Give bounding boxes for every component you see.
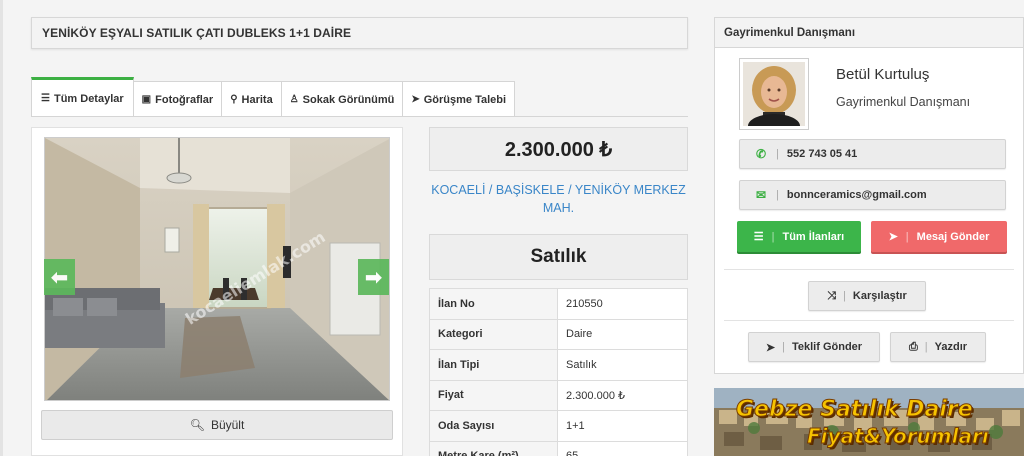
phone-number: 552 743 05 41: [786, 148, 858, 160]
tab-label: Harita: [241, 93, 273, 106]
detail-value: 65: [557, 440, 688, 456]
phone-icon: ✆: [756, 147, 767, 161]
separator: |: [905, 230, 909, 243]
detail-key: Kategori: [429, 318, 558, 350]
table-row: İlan Tipi Satılık: [429, 349, 688, 381]
table-row: Metre Kare (m²)65: [429, 440, 688, 456]
table-row: Oda Sayısı 1+1: [429, 410, 688, 442]
print-button[interactable]: ⎙ | Yazdır: [890, 332, 986, 362]
arrow-left-icon: ⬅: [51, 266, 68, 289]
detail-value: 210550: [557, 288, 688, 320]
listing-photo[interactable]: kocaeliemlak.com: [44, 137, 390, 401]
arrow-right-icon: ➡: [365, 266, 382, 289]
email-button[interactable]: ✉ | bonnceramics@gmail.com: [739, 180, 1006, 210]
tab-label: Tüm Detaylar: [53, 92, 124, 105]
banner-subheadline: Fiyat&Yorumları: [807, 424, 990, 449]
table-row: Fiyat 2.300.000 ₺: [429, 379, 688, 411]
details-table: İlan No 210550 Kategori Daire İlan Tipi Sat…: [429, 288, 688, 456]
detail-value: 2.300.000 ₺: [557, 379, 688, 411]
email-address: bonnceramics@gmail.com: [786, 189, 927, 201]
send-offer-button[interactable]: ➤ | Teklif Gönder: [748, 332, 880, 362]
send-message-label: Mesaj Gönder: [916, 230, 990, 243]
table-row: İlan No 210550: [429, 288, 688, 320]
detail-key: İlan No: [429, 288, 558, 320]
map-marker-icon: ⚲: [230, 94, 238, 105]
list-icon: ☰: [753, 231, 764, 243]
agent-portrait: [743, 62, 805, 138]
street-view-icon: ♙: [289, 94, 299, 105]
compare-label: Karşılaştır: [852, 290, 907, 302]
panel-divider: [724, 269, 1014, 270]
separator: |: [771, 230, 775, 243]
paper-plane-icon: ➤: [888, 231, 898, 243]
agent-panel-title: Gayrimenkul Danışmanı: [715, 18, 1023, 48]
agent-name[interactable]: Betül Kurtuluş: [836, 66, 929, 83]
print-icon: ⎙: [908, 340, 918, 353]
listing-page: YENİKÖY EŞYALI SATILIK ÇATI DUBLEKS 1+1 …: [0, 0, 1024, 456]
image-icon: ▣: [141, 94, 152, 105]
avatar[interactable]: [739, 58, 809, 138]
listing-title: YENİKÖY EŞYALI SATILIK ÇATI DUBLEKS 1+1 …: [31, 17, 688, 49]
list-icon: ☰: [41, 93, 50, 104]
tab-all-details[interactable]: ☰ Tüm Detaylar: [31, 77, 134, 117]
zoom-button[interactable]: 🔍︎ Büyült: [41, 410, 393, 440]
tab-label: Görüşme Talebi: [423, 93, 507, 106]
price-display: 2.300.000 ₺: [429, 127, 688, 171]
detail-value: Daire: [557, 318, 688, 350]
send-message-button[interactable]: ➤ | Mesaj Gönder: [871, 221, 1007, 252]
panel-divider: [724, 320, 1014, 321]
detail-tabs: ☰ Tüm Detaylar ▣ Fotoğraflar ⚲ Harita ♙ …: [31, 77, 516, 117]
detail-key: Metre Kare (m²): [429, 440, 558, 456]
tab-label: Sokak Görünümü: [302, 93, 395, 106]
tab-meeting-request[interactable]: ➤ Görüşme Talebi: [402, 81, 516, 117]
agent-title: Gayrimenkul Danışmanı: [836, 95, 971, 109]
ad-banner[interactable]: Gebze Satılık Daire Fiyat&Yorumları: [714, 388, 1024, 456]
page-left-border: [0, 0, 3, 456]
tabs-baseline: [31, 116, 688, 117]
shuffle-icon: ⤨: [827, 289, 837, 302]
detail-value: Satılık: [557, 349, 688, 381]
detail-key: Fiyat: [429, 379, 558, 411]
paper-plane-icon: ➤: [765, 341, 776, 354]
detail-key: Oda Sayısı: [429, 410, 558, 442]
tab-street-view[interactable]: ♙ Sokak Görünümü: [280, 81, 404, 117]
envelope-icon: ✉: [756, 188, 767, 202]
print-label: Yazdır: [934, 341, 968, 353]
gallery-prev-button[interactable]: ⬅: [44, 259, 75, 295]
tab-label: Fotoğraflar: [155, 93, 214, 106]
tab-map[interactable]: ⚲ Harita: [221, 81, 282, 117]
separator: |: [843, 290, 846, 302]
search-icon: 🔍︎: [189, 418, 205, 432]
all-listings-label: Tüm İlanları: [782, 230, 845, 243]
zoom-button-label: Büyült: [210, 418, 245, 432]
room-photo-illustration: kocaeliemlak.com: [45, 138, 389, 400]
separator: |: [782, 341, 785, 353]
paper-plane-icon: ➤: [411, 94, 420, 105]
table-row: Kategori Daire: [429, 318, 688, 350]
detail-key: İlan Tipi: [429, 349, 558, 381]
separator: |: [776, 148, 779, 160]
tab-photos[interactable]: ▣ Fotoğraflar: [132, 81, 223, 117]
listing-status: Satılık: [429, 234, 688, 280]
phone-button[interactable]: ✆ | 552 743 05 41: [739, 139, 1006, 169]
detail-value: 1+1: [557, 410, 688, 442]
separator: |: [924, 341, 928, 353]
separator: |: [776, 189, 779, 201]
compare-button[interactable]: ⤨ | Karşılaştır: [808, 281, 926, 311]
send-offer-label: Teklif Gönder: [791, 341, 863, 353]
location-link[interactable]: KOCAELİ / BAŞİSKELE / YENİKÖY MERKEZ MAH…: [429, 181, 688, 217]
gallery-next-button[interactable]: ➡: [358, 259, 389, 295]
banner-headline: Gebze Satılık Daire: [736, 397, 974, 423]
all-listings-button[interactable]: ☰ | Tüm İlanları: [737, 221, 861, 252]
